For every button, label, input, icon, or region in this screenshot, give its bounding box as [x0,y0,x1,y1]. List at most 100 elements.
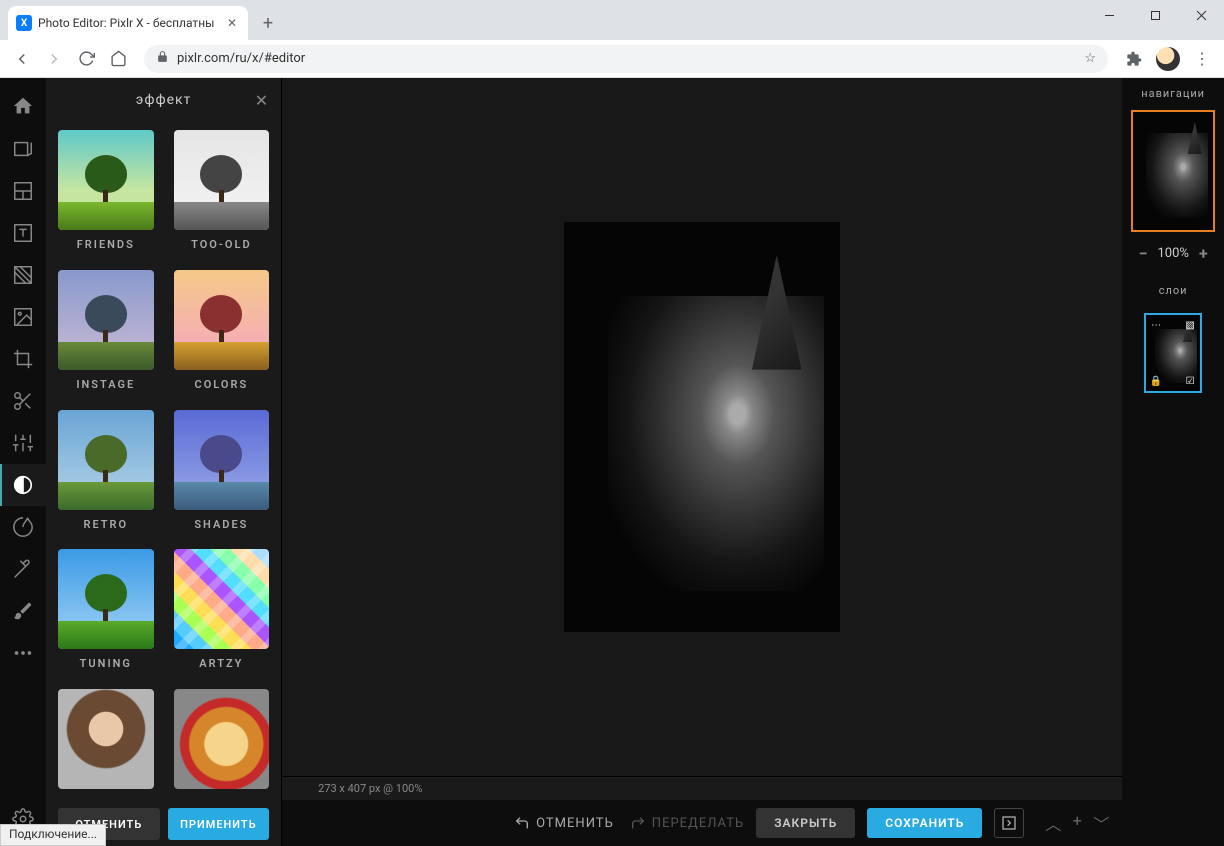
extensions-button[interactable] [1120,45,1148,73]
canvas-area: 273 x 407 px @ 100% ОТМЕНИТЬ ПЕРЕДЕЛАТЬ … [282,78,1122,846]
effect-item-FRIENDS[interactable]: FRIENDS [58,130,154,256]
effect-label: ARTZY [199,657,243,670]
effect-thumb [58,130,154,230]
effect-label: RETRO [83,518,128,531]
effect-item-RETRO[interactable]: RETRO [58,410,154,536]
browser-tab[interactable]: X Photo Editor: Pixlr X - бесплатны ✕ [8,6,248,40]
effect-item-9[interactable] [174,689,270,794]
effect-thumb [58,689,154,789]
url-text: pixlr.com/ru/x/#editor [177,51,305,66]
minimize-button[interactable] [1086,0,1132,30]
expand-button[interactable] [994,808,1024,838]
tool-draw[interactable] [0,590,46,632]
layer-lock-icon[interactable]: 🔒 [1149,374,1163,388]
close-button[interactable]: ЗАКРЫТЬ [756,808,855,838]
tool-cut[interactable] [0,380,46,422]
zoom-controls: − 100% + [1139,244,1208,263]
save-button[interactable]: СОХРАНИТЬ [867,808,982,838]
app-root: эффект ✕ FRIENDS TOO-OLD INSTAGE COLORS RETR… [0,78,1224,846]
zoom-out-button[interactable]: − [1139,244,1148,263]
browser-toolbar: pixlr.com/ru/x/#editor ☆ ⋮ [0,40,1224,78]
layer-thumbnail[interactable]: ⋯ ▧ 🔒 ☑ [1144,313,1202,393]
right-panel: навигации − 100% + слои ⋯ ▧ 🔒 ☑ [1122,78,1224,846]
effect-label: TOO-OLD [191,238,252,251]
tool-adjust[interactable] [0,422,46,464]
canvas-status-bar: 273 x 407 px @ 100% [282,776,1122,800]
tool-home[interactable] [0,84,46,128]
layers-title: слои [1159,275,1188,305]
back-button[interactable] [8,45,36,73]
maximize-button[interactable] [1132,0,1178,30]
tool-sidebar [0,78,46,846]
browser-tab-strip: X Photo Editor: Pixlr X - бесплатны ✕ + [0,0,1224,40]
effect-thumb [174,689,270,789]
panel-title: эффект [136,92,192,108]
profile-avatar[interactable] [1156,47,1180,71]
new-tab-button[interactable]: + [254,9,282,37]
effects-apply-button[interactable]: ПРИМЕНИТЬ [168,808,270,840]
layer-arrange-controls: ︿ + ﹀ [1044,811,1110,835]
canvas-viewport[interactable] [282,78,1122,776]
zoom-in-button[interactable]: + [1199,244,1208,263]
navigator-title: навигации [1141,78,1205,108]
tool-fill[interactable] [0,254,46,296]
tab-close-button[interactable]: ✕ [224,15,240,31]
effect-label: INSTAGE [76,378,135,391]
effect-label: TUNING [80,657,132,670]
layer-image-icon: ▧ [1183,318,1197,332]
bottom-action-bar: ОТМЕНИТЬ ПЕРЕДЕЛАТЬ ЗАКРЫТЬ СОХРАНИТЬ ︿ … [282,800,1122,846]
layer-add-icon[interactable]: + [1068,811,1086,835]
effect-thumb [58,410,154,510]
effect-label: SHADES [194,518,248,531]
history-controls: ОТМЕНИТЬ ПЕРЕДЕЛАТЬ [514,815,744,831]
effect-item-8[interactable] [58,689,154,794]
layer-up-icon[interactable]: ︿ [1044,811,1062,835]
effect-thumb [58,270,154,370]
effect-item-TUNING[interactable]: TUNING [58,549,154,675]
lock-icon [156,50,169,67]
undo-button[interactable]: ОТМЕНИТЬ [514,815,614,831]
effect-thumb [174,410,270,510]
tab-favicon: X [16,15,32,31]
effect-item-COLORS[interactable]: COLORS [174,270,270,396]
zoom-level: 100% [1158,246,1189,261]
effect-thumb [58,549,154,649]
tool-liquify[interactable] [0,506,46,548]
canvas-dimensions: 273 x 407 px @ 100% [318,782,422,795]
navigator-thumbnail[interactable] [1131,110,1215,232]
effect-label: FRIENDS [77,238,135,251]
tool-arrange[interactable] [0,128,46,170]
tool-filter[interactable] [0,464,46,506]
tool-heal[interactable] [0,548,46,590]
bookmark-star-icon[interactable]: ☆ [1084,51,1096,66]
tool-layout[interactable] [0,170,46,212]
tool-crop[interactable] [0,338,46,380]
effect-item-TOO-OLD[interactable]: TOO-OLD [174,130,270,256]
effect-item-INSTAGE[interactable]: INSTAGE [58,270,154,396]
tab-title: Photo Editor: Pixlr X - бесплатны [38,16,218,30]
panel-close-button[interactable]: ✕ [255,91,269,110]
effect-thumb [174,549,270,649]
window-controls [1086,0,1224,40]
layer-menu-icon[interactable]: ⋯ [1149,318,1163,332]
address-bar[interactable]: pixlr.com/ru/x/#editor ☆ [144,45,1108,73]
tool-more[interactable] [0,632,46,674]
chrome-menu-button[interactable]: ⋮ [1188,45,1216,73]
close-window-button[interactable] [1178,0,1224,30]
browser-status-bar: Подключение... [0,824,106,846]
effect-label: COLORS [195,378,249,391]
effects-panel: эффект ✕ FRIENDS TOO-OLD INSTAGE COLORS RETR… [46,78,282,846]
layer-down-icon[interactable]: ﹀ [1092,811,1110,835]
home-button[interactable] [104,45,132,73]
reload-button[interactable] [72,45,100,73]
tool-image[interactable] [0,296,46,338]
tool-text[interactable] [0,212,46,254]
effect-thumb [174,130,270,230]
redo-button[interactable]: ПЕРЕДЕЛАТЬ [630,815,744,831]
effect-item-ARTZY[interactable]: ARTZY [174,549,270,675]
effect-item-SHADES[interactable]: SHADES [174,410,270,536]
panel-header: эффект ✕ [46,78,281,122]
layer-visible-icon[interactable]: ☑ [1183,374,1197,388]
canvas-image [564,222,840,632]
forward-button[interactable] [40,45,68,73]
